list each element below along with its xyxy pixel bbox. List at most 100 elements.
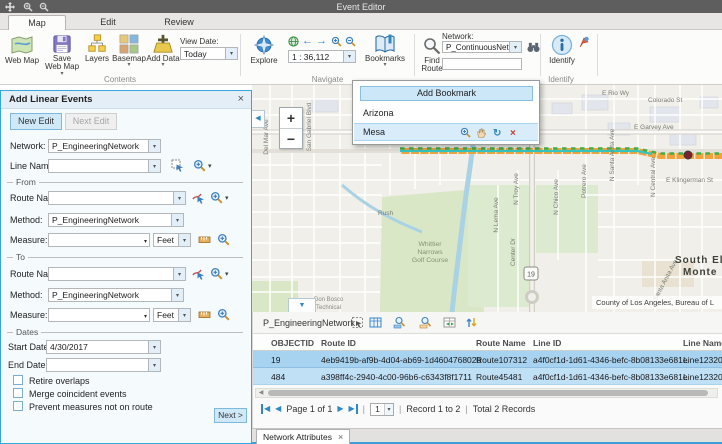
start-date-select[interactable]: 4/30/2017 ▾: [46, 340, 161, 354]
pan-to-selected-icon[interactable]: [419, 316, 433, 330]
find-route-input[interactable]: [442, 58, 522, 70]
close-icon[interactable]: ×: [238, 93, 244, 105]
street-label: Rush: [378, 210, 394, 217]
pan-to-bookmark-icon[interactable]: [476, 127, 488, 139]
delete-bookmark-icon[interactable]: ×: [510, 125, 522, 137]
street-label: E Garvey Ave: [634, 124, 674, 131]
select-route-on-map-icon[interactable]: [192, 191, 205, 206]
attribute-table-icon[interactable]: [369, 316, 383, 330]
to-method-select[interactable]: P_EngineeringNetwork ▾: [48, 288, 184, 302]
tab-edit[interactable]: Edit: [80, 15, 136, 30]
measure-on-map-icon[interactable]: [198, 308, 211, 323]
ribbon: Web Map SaveWeb Map ▾ Layers Basemap ▾ A…: [0, 30, 722, 85]
from-route-name-select[interactable]: ▾: [48, 191, 186, 205]
view-date-select[interactable]: Today ▾: [180, 47, 238, 60]
chevron-down-icon[interactable]: ▾: [225, 270, 229, 278]
from-method-select[interactable]: P_EngineeringNetwork ▾: [48, 213, 184, 227]
network-select[interactable]: P_ContinuousNetwork ▾: [442, 41, 522, 53]
add-data-button[interactable]: Add Data ▾: [146, 34, 180, 68]
zoom-to-selected-icon[interactable]: [393, 316, 407, 330]
zoom-out-tool-icon[interactable]: [345, 36, 356, 49]
chevron-down-icon[interactable]: ▾: [208, 162, 212, 170]
column-header[interactable]: Route ID: [321, 338, 356, 348]
retire-overlaps-checkbox[interactable]: [13, 375, 23, 385]
locate-marker-icon[interactable]: [578, 36, 590, 50]
prevent-measures-checkbox[interactable]: [13, 401, 23, 411]
table-row[interactable]: 484 a398ff4c-2940-4c00-96b6-c6343f8f1711…: [253, 368, 722, 385]
column-header[interactable]: Line ID: [533, 338, 561, 348]
collapse-left-panel-button[interactable]: ◀: [252, 110, 265, 128]
previous-extent-icon[interactable]: ←: [302, 36, 313, 47]
zoom-to-measure-icon[interactable]: [217, 233, 230, 248]
first-page-button[interactable]: ◀: [261, 404, 270, 414]
record-range-label: Record 1 to 2: [406, 404, 460, 414]
next-button[interactable]: Next >: [214, 408, 247, 423]
zoom-to-route-icon[interactable]: [210, 191, 223, 206]
tab-map[interactable]: Map: [8, 15, 66, 30]
to-measure-label: Measure:: [10, 310, 48, 320]
zoom-in-tool-icon[interactable]: [331, 36, 342, 49]
switch-table-icon[interactable]: [443, 316, 457, 330]
basemap-icon: [119, 34, 139, 54]
next-page-button[interactable]: ▶: [337, 404, 343, 414]
next-edit-button[interactable]: Next Edit: [65, 113, 117, 130]
tab-review[interactable]: Review: [148, 15, 210, 30]
network-field-select[interactable]: P_EngineeringNetwork ▾: [48, 139, 161, 153]
from-measure-unit-select[interactable]: Feet ▾: [153, 233, 191, 247]
bookmarks-icon: [374, 34, 396, 54]
tab-network-attributes[interactable]: Network Attributes ×: [256, 429, 350, 444]
zoom-to-route-icon[interactable]: [210, 267, 223, 282]
to-measure-input[interactable]: ▾: [48, 308, 150, 322]
globe-icon[interactable]: [288, 36, 299, 49]
map-scale-select[interactable]: 1 : 36,112 ▾: [288, 50, 356, 63]
web-map-button[interactable]: Web Map: [2, 34, 42, 65]
column-header[interactable]: Line Name: [683, 338, 722, 348]
map-zoom-in-button[interactable]: +: [280, 108, 302, 128]
zoom-to-line-icon[interactable]: [193, 159, 206, 174]
street-label: Center Dr: [510, 237, 517, 266]
to-measure-unit-select[interactable]: Feet ▾: [153, 308, 191, 322]
basemap-button[interactable]: Basemap ▾: [112, 34, 146, 68]
select-line-on-map-icon[interactable]: [171, 159, 184, 174]
bookmarks-button[interactable]: Bookmarks ▾: [362, 34, 408, 68]
scroll-left-icon[interactable]: ◀: [256, 389, 266, 397]
contents-group-label: Contents: [60, 75, 180, 84]
next-extent-icon[interactable]: →: [316, 36, 327, 47]
horizontal-scrollbar[interactable]: ◀: [255, 388, 718, 398]
last-page-button[interactable]: ▶: [349, 404, 358, 414]
from-method-label: Method:: [10, 215, 43, 225]
select-route-on-map-icon[interactable]: [192, 267, 205, 282]
bookmark-item[interactable]: Arizona: [354, 105, 538, 121]
merge-coincident-checkbox[interactable]: [13, 388, 23, 398]
layers-button[interactable]: Layers: [82, 34, 112, 63]
save-web-map-button[interactable]: SaveWeb Map ▾: [42, 34, 82, 77]
previous-page-button[interactable]: ◀: [275, 404, 281, 414]
zoom-to-bookmark-icon[interactable]: [460, 127, 472, 139]
binoculars-icon[interactable]: [527, 42, 540, 55]
end-date-select[interactable]: ▾: [46, 358, 161, 372]
add-bookmark-button[interactable]: Add Bookmark: [360, 86, 533, 101]
explore-button[interactable]: Explore: [244, 34, 284, 65]
line-name-select[interactable]: ▾: [48, 159, 161, 173]
new-edit-button[interactable]: New Edit: [10, 113, 62, 130]
column-header[interactable]: OBJECTID: [271, 338, 314, 348]
collapse-table-button[interactable]: ▼: [288, 298, 316, 312]
measure-on-map-icon[interactable]: [198, 233, 211, 248]
update-bookmark-icon[interactable]: ↻: [493, 125, 505, 137]
group-divider: [597, 34, 598, 76]
chevron-down-icon[interactable]: ▾: [225, 194, 229, 202]
select-records-icon[interactable]: [351, 316, 365, 330]
identify-button[interactable]: Identify: [544, 34, 580, 65]
to-route-name-select[interactable]: ▾: [48, 267, 186, 281]
close-icon[interactable]: ×: [338, 430, 343, 444]
zoom-to-measure-icon[interactable]: [217, 308, 230, 323]
scrollbar-thumb[interactable]: [268, 390, 708, 396]
from-measure-input[interactable]: ▾: [48, 233, 150, 247]
table-row[interactable]: 19 4eb9419b-af9b-4d04-ab69-1d460476802b …: [253, 351, 722, 368]
sort-icon[interactable]: [465, 316, 479, 330]
page-number-select[interactable]: 1 ▾: [370, 403, 394, 416]
street-label: N Santa Anita Ave: [609, 128, 616, 181]
column-header[interactable]: Route Name: [476, 338, 526, 348]
bookmark-item[interactable]: Mesa ↻ ×: [354, 123, 538, 141]
map-zoom-out-button[interactable]: −: [280, 128, 302, 148]
